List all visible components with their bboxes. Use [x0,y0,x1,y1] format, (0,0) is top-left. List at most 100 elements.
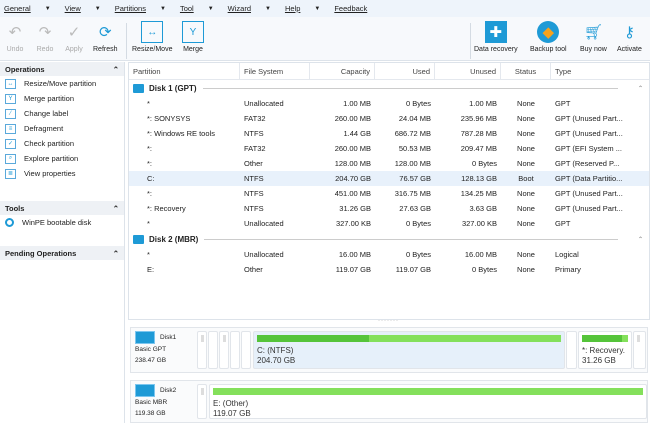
activate-button[interactable]: ⚷ Activate [617,21,642,53]
partition-block-e[interactable]: E: (Other) 119.07 GB [209,384,647,419]
pending-header[interactable]: Pending Operations ⌃ [0,246,124,260]
partition-block[interactable] [566,331,577,369]
menu-view[interactable]: View [65,4,81,13]
partition-block[interactable] [230,331,240,369]
apply-label: Apply [65,46,83,53]
backup-tool-button[interactable]: ◆ Backup tool [530,21,567,53]
partition-label: E: (Other) [213,399,249,408]
partition-label: C: (NTFS) [257,346,294,355]
refresh-label: Refresh [93,46,118,53]
check-icon: ✓ [5,138,16,149]
tool-winpe[interactable]: WinPE bootable disk [0,215,124,230]
table-cell: 0 Bytes [471,159,497,168]
menu-help[interactable]: Help [285,4,300,13]
collapse-icon[interactable]: ⌃ [638,236,643,243]
disk2-map: Disk2 Basic MBR 119.38 GB E: (Other) 119.07… [130,380,648,423]
table-cell: *: Recovery [147,204,186,213]
col-used[interactable]: Used [375,63,435,79]
table-row[interactable]: E: Other 119.07 GB 119.07 GB 0 Bytes None Prim… [129,262,649,277]
toolbar: ↶ Undo ↷ Redo ✓ Apply ⟳ Refresh ↔ Resize/Move… [0,17,650,61]
redo-button[interactable]: ↷ Redo [34,21,56,53]
menu-wizard[interactable]: Wizard [228,4,251,13]
disk-icon [133,234,144,244]
table-row[interactable]: *: Other 128.00 MB 128.00 MB 0 Bytes None GPT … [129,156,649,171]
apply-button[interactable]: ✓ Apply [63,21,85,53]
col-filesystem[interactable]: File System [240,63,310,79]
buy-now-button[interactable]: 🛒︎ Buy now [580,21,607,53]
partition-block[interactable] [197,384,207,419]
col-capacity[interactable]: Capacity [310,63,375,79]
resize-move-button[interactable]: ↔ Resize/Move [132,21,172,53]
menu-partitions[interactable]: Partitions [115,4,146,13]
collapse-icon[interactable]: ⌃ [113,65,119,74]
disk2-header[interactable]: Disk 2 (MBR) ⌃ [129,231,649,247]
op-check[interactable]: ✓ Check partition [0,136,124,151]
table-row[interactable]: *: SONYSYS FAT32 260.00 MB 24.04 MB 235.96 M… [129,111,649,126]
table-row[interactable]: C: NTFS 204.70 GB 76.57 GB 128.13 GB Boot GPT … [129,171,649,186]
data-recovery-label: Data recovery [474,46,518,53]
menu-bar: General ▼ View ▼ Partitions ▼ Tool ▼ Wizard ▼… [0,0,650,17]
table-cell: Unallocated [244,250,284,259]
table-cell: *: [147,144,153,153]
col-partition[interactable]: Partition [129,63,240,79]
col-type[interactable]: Type [551,63,636,79]
collapse-icon[interactable]: ⌃ [113,249,119,258]
menu-general[interactable]: General [4,4,31,13]
disk2-info[interactable]: Disk2 Basic MBR 119.38 GB [135,384,176,419]
disk1-info[interactable]: Disk1 Basic GPT 238.47 GB [135,331,176,366]
table-cell: 0 Bytes [405,250,431,259]
table-cell: GPT (Data Partitio... [555,174,623,183]
op-change-label[interactable]: ⁄ Change label [0,106,124,121]
chevron-down-icon[interactable]: ▼ [95,6,101,12]
resize-icon: ↔ [5,78,16,89]
table-cell: *: Windows RE tools [147,129,215,138]
disk1-title: Disk 1 (GPT) [149,83,197,93]
collapse-icon[interactable]: ⌃ [638,85,643,92]
table-cell: GPT [555,99,571,108]
collapse-icon[interactable]: ⌃ [113,204,119,213]
chevron-down-icon[interactable]: ▼ [160,6,166,12]
divider [470,23,471,59]
data-recovery-button[interactable]: ✚ Data recovery [474,21,518,53]
col-status[interactable]: Status [501,63,551,79]
merge-button[interactable]: Y Merge [182,21,204,53]
chevron-down-icon[interactable]: ▼ [208,6,214,12]
resize-icon: ↔ [141,21,164,43]
refresh-button[interactable]: ⟳ Refresh [93,21,118,53]
table-row[interactable]: *: FAT32 260.00 MB 50.53 MB 209.47 MB None GPT… [129,141,649,156]
partition-block[interactable] [241,331,251,369]
partition-block-c[interactable]: C: (NTFS) 204.70 GB [253,331,565,369]
chevron-down-icon[interactable]: ▼ [265,6,271,12]
partition-block[interactable] [633,331,646,369]
undo-button[interactable]: ↶ Undo [4,21,26,53]
chevron-down-icon[interactable]: ▼ [45,6,51,12]
table-cell: *: [147,159,153,168]
partition-block[interactable] [219,331,229,369]
splitter-handle[interactable]: ······· [378,318,399,324]
disk1-header[interactable]: Disk 1 (GPT) ⌃ [129,80,649,96]
op-merge[interactable]: Y Merge partition [0,91,124,106]
table-row[interactable]: *: Recovery NTFS 31.26 GB 27.63 GB 3.63 GB No… [129,201,649,216]
chevron-down-icon[interactable]: ▼ [314,6,320,12]
table-row[interactable]: * Unallocated 16.00 MB 0 Bytes 16.00 MB None L… [129,247,649,262]
table-cell: 31.26 GB [339,204,371,213]
pending-title: Pending Operations [5,248,77,258]
col-unused[interactable]: Unused [435,63,501,79]
table-cell: Other [244,265,263,274]
partition-block-recovery[interactable]: *: Recovery. 31.26 GB [578,331,632,369]
menu-feedback[interactable]: Feedback [334,4,367,13]
partition-block[interactable] [197,331,207,369]
partition-block[interactable] [208,331,218,369]
table-row[interactable]: *: Windows RE tools NTFS 1.44 GB 686.72 MB 7… [129,126,649,141]
table-cell: 24.04 MB [398,114,431,123]
operations-header[interactable]: Operations ⌃ [0,62,124,76]
table-row[interactable]: *: NTFS 451.00 MB 316.75 MB 134.25 MB None GPT… [129,186,649,201]
menu-tool[interactable]: Tool [180,4,194,13]
table-row[interactable]: * Unallocated 1.00 MB 0 Bytes 1.00 MB None GPT [129,96,649,111]
op-resize-move[interactable]: ↔ Resize/Move partition [0,76,124,91]
op-defragment[interactable]: ≡ Defragment [0,121,124,136]
op-explore[interactable]: ⌕ Explore partition [0,151,124,166]
op-properties[interactable]: ≣ View properties [0,166,124,181]
tools-header[interactable]: Tools ⌃ [0,201,124,215]
table-row[interactable]: * Unallocated 327.00 KB 0 Bytes 327.00 KB Non… [129,216,649,231]
